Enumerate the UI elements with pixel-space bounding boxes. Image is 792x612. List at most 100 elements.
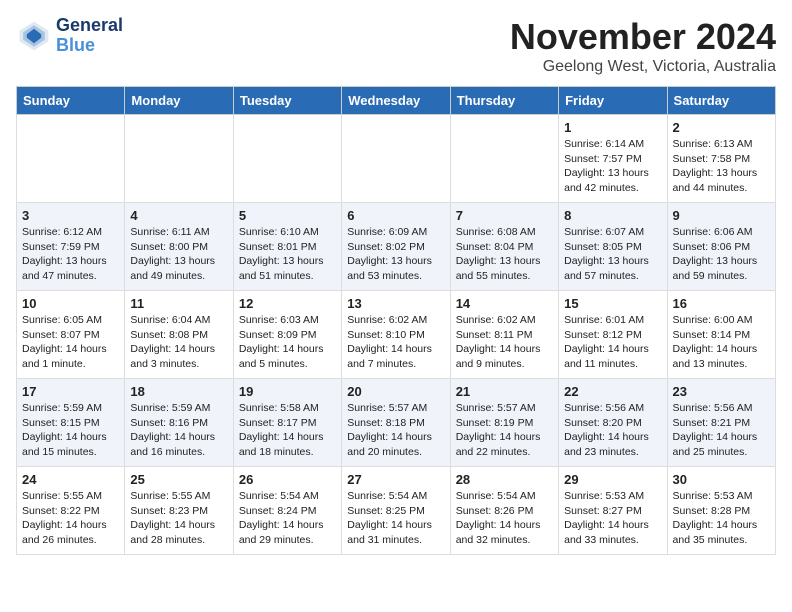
day-number: 22 <box>564 384 661 399</box>
day-info: Sunrise: 6:05 AM Sunset: 8:07 PM Dayligh… <box>22 313 119 372</box>
week-row-4: 17 Sunrise: 5:59 AM Sunset: 8:15 PM Dayli… <box>17 379 776 467</box>
subtitle: Geelong West, Victoria, Australia <box>510 58 776 76</box>
calendar-cell <box>17 115 125 203</box>
day-info: Sunrise: 5:54 AM Sunset: 8:26 PM Dayligh… <box>456 489 553 548</box>
week-row-1: 1 Sunrise: 6:14 AM Sunset: 7:57 PM Daylig… <box>17 115 776 203</box>
day-number: 29 <box>564 472 661 487</box>
day-number: 27 <box>347 472 444 487</box>
day-info: Sunrise: 5:55 AM Sunset: 8:22 PM Dayligh… <box>22 489 119 548</box>
main-title: November 2024 <box>510 16 776 58</box>
day-number: 26 <box>239 472 336 487</box>
day-info: Sunrise: 6:00 AM Sunset: 8:14 PM Dayligh… <box>673 313 770 372</box>
day-info: Sunrise: 5:53 AM Sunset: 8:27 PM Dayligh… <box>564 489 661 548</box>
logo-line2: Blue <box>56 36 123 56</box>
day-number: 8 <box>564 208 661 223</box>
day-info: Sunrise: 6:14 AM Sunset: 7:57 PM Dayligh… <box>564 137 661 196</box>
logo: General Blue <box>16 16 123 56</box>
day-header-monday: Monday <box>125 87 233 115</box>
day-info: Sunrise: 6:02 AM Sunset: 8:10 PM Dayligh… <box>347 313 444 372</box>
day-info: Sunrise: 6:04 AM Sunset: 8:08 PM Dayligh… <box>130 313 227 372</box>
day-number: 7 <box>456 208 553 223</box>
calendar-cell: 1 Sunrise: 6:14 AM Sunset: 7:57 PM Daylig… <box>559 115 667 203</box>
day-info: Sunrise: 5:53 AM Sunset: 8:28 PM Dayligh… <box>673 489 770 548</box>
calendar-cell: 15 Sunrise: 6:01 AM Sunset: 8:12 PM Dayli… <box>559 291 667 379</box>
calendar-cell: 28 Sunrise: 5:54 AM Sunset: 8:26 PM Dayli… <box>450 467 558 555</box>
logo-text: General Blue <box>56 16 123 56</box>
day-header-thursday: Thursday <box>450 87 558 115</box>
week-row-2: 3Sunrise: 6:12 AM Sunset: 7:59 PM Daylig… <box>17 203 776 291</box>
day-number: 5 <box>239 208 336 223</box>
calendar-cell: 10 Sunrise: 6:05 AM Sunset: 8:07 PM Dayli… <box>17 291 125 379</box>
calendar-header: SundayMondayTuesdayWednesdayThursdayFrid… <box>17 87 776 115</box>
day-number: 30 <box>673 472 770 487</box>
calendar-cell: 18 Sunrise: 5:59 AM Sunset: 8:16 PM Dayli… <box>125 379 233 467</box>
calendar-cell: 17 Sunrise: 5:59 AM Sunset: 8:15 PM Dayli… <box>17 379 125 467</box>
day-info: Sunrise: 5:57 AM Sunset: 8:19 PM Dayligh… <box>456 401 553 460</box>
calendar-cell: 16 Sunrise: 6:00 AM Sunset: 8:14 PM Dayli… <box>667 291 775 379</box>
day-header-tuesday: Tuesday <box>233 87 341 115</box>
day-number: 9 <box>673 208 770 223</box>
day-number: 20 <box>347 384 444 399</box>
calendar-cell: 7 Sunrise: 6:08 AM Sunset: 8:04 PM Daylig… <box>450 203 558 291</box>
day-info: Sunrise: 5:56 AM Sunset: 8:20 PM Dayligh… <box>564 401 661 460</box>
day-number: 3 <box>22 208 119 223</box>
day-info: Sunrise: 6:07 AM Sunset: 8:05 PM Dayligh… <box>564 225 661 284</box>
calendar-cell: 19 Sunrise: 5:58 AM Sunset: 8:17 PM Dayli… <box>233 379 341 467</box>
day-header-wednesday: Wednesday <box>342 87 450 115</box>
header-row: SundayMondayTuesdayWednesdayThursdayFrid… <box>17 87 776 115</box>
day-info: Sunrise: 6:08 AM Sunset: 8:04 PM Dayligh… <box>456 225 553 284</box>
day-number: 10 <box>22 296 119 311</box>
day-info: Sunrise: 5:58 AM Sunset: 8:17 PM Dayligh… <box>239 401 336 460</box>
calendar-cell: 30 Sunrise: 5:53 AM Sunset: 8:28 PM Dayli… <box>667 467 775 555</box>
calendar-cell: 3Sunrise: 6:12 AM Sunset: 7:59 PM Daylig… <box>17 203 125 291</box>
week-row-5: 24 Sunrise: 5:55 AM Sunset: 8:22 PM Dayli… <box>17 467 776 555</box>
calendar-cell <box>233 115 341 203</box>
calendar-cell: 4Sunrise: 6:11 AM Sunset: 8:00 PM Daylig… <box>125 203 233 291</box>
day-info: Sunrise: 6:10 AM Sunset: 8:01 PM Dayligh… <box>239 225 336 284</box>
calendar-cell: 20 Sunrise: 5:57 AM Sunset: 8:18 PM Dayli… <box>342 379 450 467</box>
day-info: Sunrise: 5:57 AM Sunset: 8:18 PM Dayligh… <box>347 401 444 460</box>
day-header-sunday: Sunday <box>17 87 125 115</box>
day-number: 18 <box>130 384 227 399</box>
calendar-cell <box>450 115 558 203</box>
calendar-cell: 25Sunrise: 5:55 AM Sunset: 8:23 PM Dayli… <box>125 467 233 555</box>
calendar-cell: 9Sunrise: 6:06 AM Sunset: 8:06 PM Daylig… <box>667 203 775 291</box>
day-info: Sunrise: 6:03 AM Sunset: 8:09 PM Dayligh… <box>239 313 336 372</box>
calendar-cell <box>125 115 233 203</box>
calendar-cell: 8 Sunrise: 6:07 AM Sunset: 8:05 PM Daylig… <box>559 203 667 291</box>
day-info: Sunrise: 5:54 AM Sunset: 8:24 PM Dayligh… <box>239 489 336 548</box>
day-number: 16 <box>673 296 770 311</box>
day-number: 6 <box>347 208 444 223</box>
logo-icon <box>16 18 52 54</box>
day-info: Sunrise: 5:56 AM Sunset: 8:21 PM Dayligh… <box>673 401 770 460</box>
calendar-cell: 11 Sunrise: 6:04 AM Sunset: 8:08 PM Dayli… <box>125 291 233 379</box>
day-info: Sunrise: 5:54 AM Sunset: 8:25 PM Dayligh… <box>347 489 444 548</box>
day-info: Sunrise: 5:59 AM Sunset: 8:16 PM Dayligh… <box>130 401 227 460</box>
calendar-cell: 6Sunrise: 6:09 AM Sunset: 8:02 PM Daylig… <box>342 203 450 291</box>
day-info: Sunrise: 6:13 AM Sunset: 7:58 PM Dayligh… <box>673 137 770 196</box>
day-number: 19 <box>239 384 336 399</box>
day-number: 17 <box>22 384 119 399</box>
day-number: 11 <box>130 296 227 311</box>
calendar-cell: 12 Sunrise: 6:03 AM Sunset: 8:09 PM Dayli… <box>233 291 341 379</box>
day-number: 24 <box>22 472 119 487</box>
day-number: 23 <box>673 384 770 399</box>
calendar-cell: 29 Sunrise: 5:53 AM Sunset: 8:27 PM Dayli… <box>559 467 667 555</box>
day-info: Sunrise: 6:11 AM Sunset: 8:00 PM Dayligh… <box>130 225 227 284</box>
day-number: 1 <box>564 120 661 135</box>
page-header: General Blue November 2024 Geelong West,… <box>16 16 776 76</box>
day-number: 15 <box>564 296 661 311</box>
calendar-cell: 13Sunrise: 6:02 AM Sunset: 8:10 PM Dayli… <box>342 291 450 379</box>
title-block: November 2024 Geelong West, Victoria, Au… <box>510 16 776 76</box>
calendar-cell <box>342 115 450 203</box>
calendar-cell: 22 Sunrise: 5:56 AM Sunset: 8:20 PM Dayli… <box>559 379 667 467</box>
calendar-body: 1 Sunrise: 6:14 AM Sunset: 7:57 PM Daylig… <box>17 115 776 555</box>
calendar-cell: 24 Sunrise: 5:55 AM Sunset: 8:22 PM Dayli… <box>17 467 125 555</box>
day-number: 12 <box>239 296 336 311</box>
day-info: Sunrise: 6:01 AM Sunset: 8:12 PM Dayligh… <box>564 313 661 372</box>
calendar-cell: 23 Sunrise: 5:56 AM Sunset: 8:21 PM Dayli… <box>667 379 775 467</box>
logo-line1: General <box>56 16 123 36</box>
day-info: Sunrise: 5:59 AM Sunset: 8:15 PM Dayligh… <box>22 401 119 460</box>
week-row-3: 10 Sunrise: 6:05 AM Sunset: 8:07 PM Dayli… <box>17 291 776 379</box>
day-number: 28 <box>456 472 553 487</box>
